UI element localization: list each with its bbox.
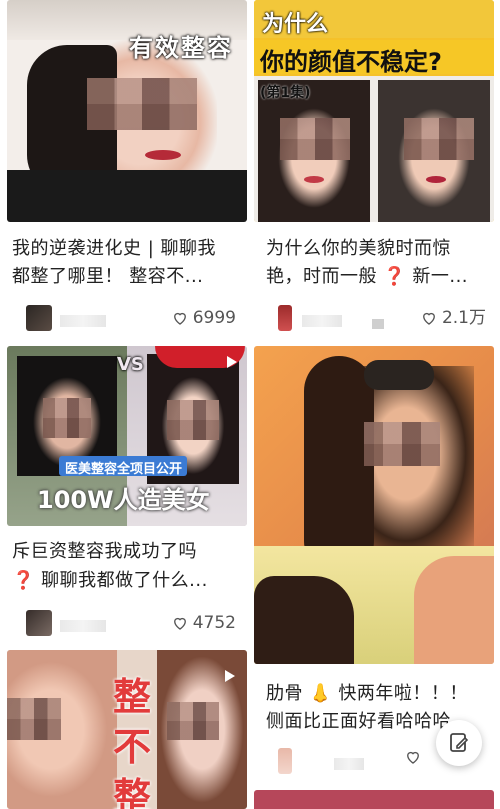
- cover-char-3: 整: [113, 775, 152, 809]
- play-icon: [227, 356, 237, 368]
- author-name-redacted: [302, 315, 342, 327]
- card-4-title-line1: 肋骨 👃 快两年啦！！！: [266, 683, 468, 704]
- card-1-title-line1: 我的逆袭进化史 | 聊聊我: [12, 238, 217, 259]
- cover-overlay-main: 100W人造美女: [37, 486, 210, 514]
- card-1-cover[interactable]: 有效整容: [7, 0, 247, 222]
- note-card-6-peek[interactable]: [254, 790, 494, 809]
- blurred-face: [364, 422, 440, 466]
- author-avatar[interactable]: [26, 305, 52, 331]
- author-avatar[interactable]: [278, 748, 292, 774]
- card-4-cover[interactable]: [254, 346, 494, 664]
- cover-overlay-top: 为什么: [262, 12, 329, 37]
- author-avatar[interactable]: [278, 305, 292, 331]
- blurred-face-left: [43, 398, 91, 438]
- card-3-meta: 4752: [26, 610, 236, 636]
- author-avatar[interactable]: [26, 610, 52, 636]
- heart-outline-icon[interactable]: [404, 748, 422, 766]
- card-2-title-line2: 艳，时而一般 ❓ 新一...: [266, 266, 469, 287]
- card-1-meta: 6999: [26, 305, 236, 331]
- card-2-cover[interactable]: 为什么 你的颜值不稳定? (第1集): [254, 0, 494, 222]
- cover-overlay-vs: VS: [117, 354, 144, 375]
- like-count[interactable]: 2.1万: [420, 305, 486, 331]
- note-card-2[interactable]: 为什么 你的颜值不稳定? (第1集) 为什么你的美貌时而惊 艳，时而一般 ❓ 新…: [250, 0, 500, 340]
- blurred-face-left: [7, 698, 61, 740]
- card-5-cover[interactable]: 整 不 整: [7, 650, 247, 809]
- note-card-1[interactable]: 有效整容 我的逆袭进化史 | 聊聊我 都整了哪里！ 整容不... 6999: [0, 0, 250, 340]
- cover-overlay-main: 你的颜值不稳定?: [260, 48, 442, 76]
- card-3-title-line2: ❓ 聊聊我都做了什么...: [12, 570, 208, 591]
- cover-overlay-sub: (第1集): [260, 85, 311, 101]
- author-name-redacted: [60, 620, 106, 632]
- note-card-3[interactable]: VS 医美整容全项目公开 100W人造美女 斥巨资整容我成功了吗 ❓ 聊聊我都做…: [0, 346, 250, 646]
- cover-char-1: 整: [113, 675, 152, 719]
- blurred-face-left: [280, 118, 350, 160]
- cover-char-2: 不: [113, 725, 152, 769]
- heart-outline-icon[interactable]: [171, 309, 189, 327]
- author-name-redacted: [334, 758, 364, 770]
- blurred-face-right: [404, 118, 474, 160]
- card-4-title-line2: 侧面比正面好看哈哈哈: [266, 711, 451, 732]
- play-icon: [225, 670, 235, 682]
- blurred-face-right: [167, 400, 219, 440]
- cover-overlay-banner: 医美整容全项目公开: [65, 462, 183, 477]
- like-count-value: 2.1万: [441, 308, 486, 328]
- like-count[interactable]: 4752: [171, 610, 236, 636]
- card-3-title-line1: 斥巨资整容我成功了吗: [12, 541, 197, 562]
- note-card-5[interactable]: 整 不 整: [0, 650, 250, 809]
- like-count-value: 4752: [192, 613, 236, 633]
- heart-outline-icon[interactable]: [420, 309, 438, 327]
- card-2-meta: 2.1万: [278, 305, 486, 331]
- blurred-face: [87, 78, 197, 130]
- blurred-face-right: [167, 702, 219, 740]
- edit-note-icon: [450, 733, 469, 752]
- like-count[interactable]: [404, 748, 426, 766]
- heart-outline-icon[interactable]: [171, 614, 189, 632]
- card-1-title-line2: 都整了哪里！ 整容不...: [12, 266, 204, 287]
- cover-overlay-title: 有效整容: [129, 34, 233, 62]
- card-2-title-line1: 为什么你的美貌时而惊: [266, 238, 451, 259]
- like-count[interactable]: 6999: [171, 305, 236, 331]
- author-name-redacted: [60, 315, 106, 327]
- create-note-button[interactable]: [436, 720, 482, 766]
- card-3-cover[interactable]: VS 医美整容全项目公开 100W人造美女: [7, 346, 247, 526]
- like-count-value: 6999: [192, 308, 236, 328]
